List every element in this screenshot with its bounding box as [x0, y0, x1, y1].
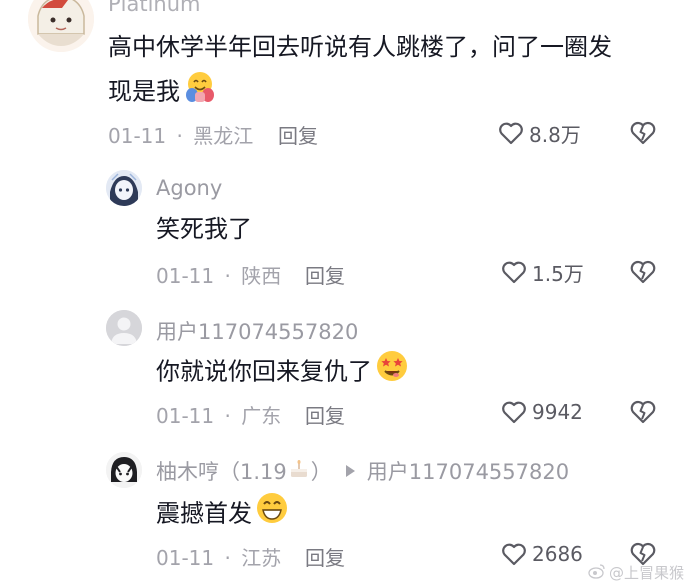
anime-avatar-icon	[106, 452, 142, 488]
reply-arrow-icon	[345, 465, 355, 477]
comment-username-text: 柚木哼（1.19	[156, 460, 287, 484]
broken-heart-icon	[630, 121, 656, 145]
comment-text: 震撼首发	[156, 490, 290, 539]
comment-username-suffix: ）	[310, 460, 332, 484]
comment-text: 高中休学半年回去听说有人跳楼了，问了一圈发	[108, 26, 612, 68]
comment-username[interactable]: 柚木哼（1.19 ） 用户117074557820	[156, 456, 569, 486]
broken-heart-icon	[630, 400, 656, 424]
comment-date: 01-11	[156, 404, 215, 428]
reply-to-username[interactable]: 用户117074557820	[367, 456, 569, 486]
like-count: 2686	[532, 542, 583, 566]
like-count: 8.8万	[529, 122, 581, 147]
meta-separator: ·	[224, 264, 231, 288]
like-count: 9942	[532, 400, 583, 424]
reply-button[interactable]: 回复	[305, 260, 345, 289]
dislike-button[interactable]	[628, 118, 658, 148]
reply-button[interactable]: 回复	[305, 542, 345, 571]
comment-text-line: 高中休学半年回去听说有人跳楼了，问了一圈发	[108, 33, 612, 61]
dislike-button[interactable]	[628, 397, 658, 427]
comment-text-line: 你就说你回来复仇了	[156, 357, 372, 386]
star-eyes-face-emoji-icon	[374, 348, 410, 397]
grinning-face-emoji-icon	[254, 490, 290, 539]
comment-meta: 01-11 · 黑龙江	[108, 120, 253, 149]
like-button[interactable]: 9942	[500, 397, 583, 427]
comment-text: 笑死我了	[156, 215, 252, 243]
comment-location: 黑龙江	[193, 124, 254, 148]
weibo-logo-icon	[588, 563, 606, 583]
heart-icon	[499, 122, 523, 145]
comment-meta: 01-11 · 陕西	[156, 260, 281, 289]
like-button[interactable]: 1.5万	[500, 257, 584, 287]
heart-icon	[502, 261, 526, 284]
anime-avatar-icon	[28, 0, 94, 52]
like-count: 1.5万	[532, 261, 584, 286]
hugging-face-emoji-icon	[182, 68, 218, 117]
meta-separator: ·	[176, 124, 183, 148]
comment-date: 01-11	[156, 546, 215, 570]
comment-location: 江苏	[241, 546, 282, 570]
avatar[interactable]	[28, 0, 94, 52]
avatar[interactable]	[106, 452, 142, 488]
comment-username[interactable]: Agony	[156, 176, 222, 200]
comment-meta: 01-11 · 江苏	[156, 542, 281, 571]
watermark: @上冒果猴	[588, 562, 684, 583]
reply-button[interactable]: 回复	[305, 400, 345, 429]
comment-meta: 01-11 · 广东	[156, 400, 281, 429]
comment-text-line: 震撼首发	[156, 499, 252, 528]
comment-date: 01-11	[156, 264, 215, 288]
dislike-button[interactable]	[628, 257, 658, 287]
comment-username[interactable]: 用户117074557820	[156, 316, 358, 346]
avatar[interactable]	[106, 310, 142, 346]
watermark-text: @上冒果猴	[608, 564, 684, 582]
comment-text-line: 现是我	[108, 77, 180, 106]
meta-separator: ·	[224, 404, 231, 428]
comment-location: 陕西	[241, 264, 282, 288]
meta-separator: ·	[224, 546, 231, 570]
heart-icon	[502, 543, 526, 566]
like-button[interactable]: 2686	[500, 539, 583, 569]
broken-heart-icon	[630, 260, 656, 284]
comment-text: 你就说你回来复仇了	[156, 348, 410, 397]
like-button[interactable]: 8.8万	[497, 118, 581, 148]
comment-date: 01-11	[108, 124, 167, 148]
comment-text-continued: 现是我	[108, 68, 218, 117]
heart-icon	[502, 401, 526, 424]
birthday-cake-icon	[288, 458, 310, 485]
comment-location: 广东	[241, 404, 282, 428]
reply-button[interactable]: 回复	[278, 120, 318, 149]
comment-username[interactable]: Platinum	[108, 0, 201, 16]
anime-avatar-icon	[106, 170, 142, 206]
avatar[interactable]	[106, 170, 142, 206]
default-user-icon	[106, 310, 142, 346]
